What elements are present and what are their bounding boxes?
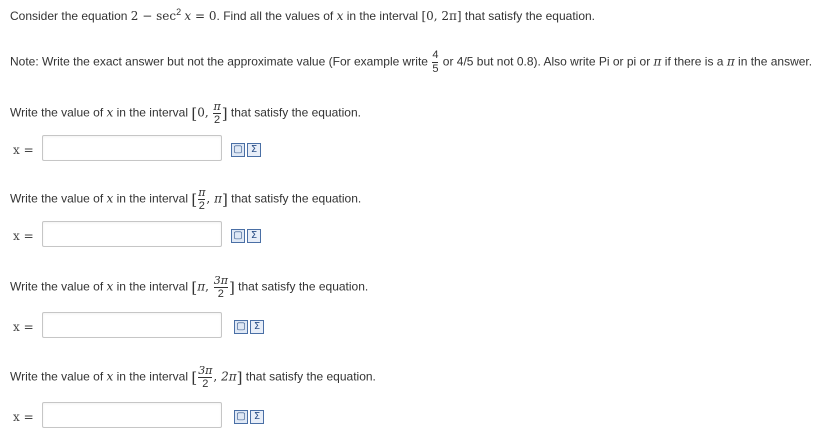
preview-icon[interactable]: ▢ <box>231 143 245 157</box>
problem-statement: Consider the equation 2 − sec2 x = 0. Fi… <box>10 7 595 23</box>
equation-editor-icon[interactable]: Σ <box>250 320 264 334</box>
upper-num: π <box>213 100 221 113</box>
question-2-prompt: Write the value of x in the interval [π 2… <box>10 186 362 212</box>
note-part1: Note: Write the exact answer but not the… <box>10 54 432 69</box>
interval-upper: π <box>214 191 222 206</box>
intro-middle: . Find all the values of <box>216 9 337 23</box>
answer-label: x = <box>13 410 34 424</box>
answer-label: x = <box>13 143 34 157</box>
question-lead: Write the value of <box>10 191 107 206</box>
preview-icon[interactable]: ▢ <box>234 410 248 424</box>
interval-upper-fraction: π2 <box>213 100 221 126</box>
question-lead: Write the value of <box>10 369 107 384</box>
lower-num: 3π <box>198 364 213 377</box>
lower-den: 2 <box>198 377 213 390</box>
note-pi-2: π <box>726 54 735 69</box>
equation-exponent: 2 <box>176 7 182 17</box>
intro-interval: [0, 2π] <box>421 9 462 23</box>
lower-num: π <box>198 186 206 199</box>
upper-num: 3π <box>213 274 228 287</box>
preview-icon[interactable]: ▢ <box>231 229 245 243</box>
equation-editor-icon[interactable]: Σ <box>250 410 264 424</box>
interval-lower-fraction: π2 <box>198 186 206 212</box>
upper-den: 2 <box>213 287 228 300</box>
question-lead: Write the value of <box>10 279 107 294</box>
instruction-note: Note: Write the exact answer but not the… <box>10 50 812 75</box>
intro-interval-text: in the interval <box>343 9 422 23</box>
answer-input-4[interactable] <box>42 402 222 428</box>
interval-upper-fraction: 3π 2 <box>213 274 228 300</box>
answer-input-3[interactable] <box>42 312 222 338</box>
interval-lower: π <box>197 279 206 294</box>
question-3-prompt: Write the value of x in the interval [π,… <box>10 274 369 300</box>
intro-prefix: Consider the equation <box>10 9 131 23</box>
answer-label: x = <box>13 320 34 334</box>
question-lead: Write the value of <box>10 105 107 120</box>
interval-lower-fraction: 3π 2 <box>198 364 213 390</box>
answer-input-1[interactable] <box>42 135 222 161</box>
interval-upper: 2π <box>221 369 237 384</box>
question-tail: that satisfy the equation. <box>227 191 362 206</box>
question-tail: that satisfy the equation. <box>242 369 376 384</box>
equation-const: 2 − sec <box>130 9 177 23</box>
question-tail: that satisfy the equation. <box>234 279 369 294</box>
question-4-prompt: Write the value of x in the interval [3π… <box>10 364 376 390</box>
upper-den: 2 <box>213 113 221 126</box>
interval-left-bracket: [ <box>191 368 198 387</box>
interval-left-bracket: [ <box>191 190 198 209</box>
note-part2: or 4/5 but not 0.8). Also write Pi or pi… <box>439 54 654 69</box>
note-part4: in the answer. <box>734 54 813 69</box>
lower-den: 2 <box>198 199 206 212</box>
answer-label: x = <box>13 229 34 243</box>
note-frac-den: 5 <box>432 62 439 75</box>
note-example-fraction: 45 <box>432 49 439 75</box>
question-mid: in the interval <box>113 369 192 384</box>
question-mid: in the interval <box>113 279 192 294</box>
equation-rhs: = 0 <box>191 9 217 23</box>
question-tail: that satisfy the equation. <box>227 105 361 120</box>
preview-icon[interactable]: ▢ <box>234 320 248 334</box>
equation-editor-icon[interactable]: Σ <box>247 143 261 157</box>
interval-lower: 0 <box>197 105 205 120</box>
question-mid: in the interval <box>113 191 192 206</box>
intro-suffix: that satisfy the equation. <box>461 9 596 23</box>
note-frac-num: 4 <box>432 49 439 61</box>
question-1-prompt: Write the value of x in the interval [0,… <box>10 100 361 126</box>
equation-editor-icon[interactable]: Σ <box>247 229 261 243</box>
note-part3: if there is a <box>661 54 727 69</box>
question-mid: in the interval <box>113 105 192 120</box>
answer-input-2[interactable] <box>42 221 222 247</box>
